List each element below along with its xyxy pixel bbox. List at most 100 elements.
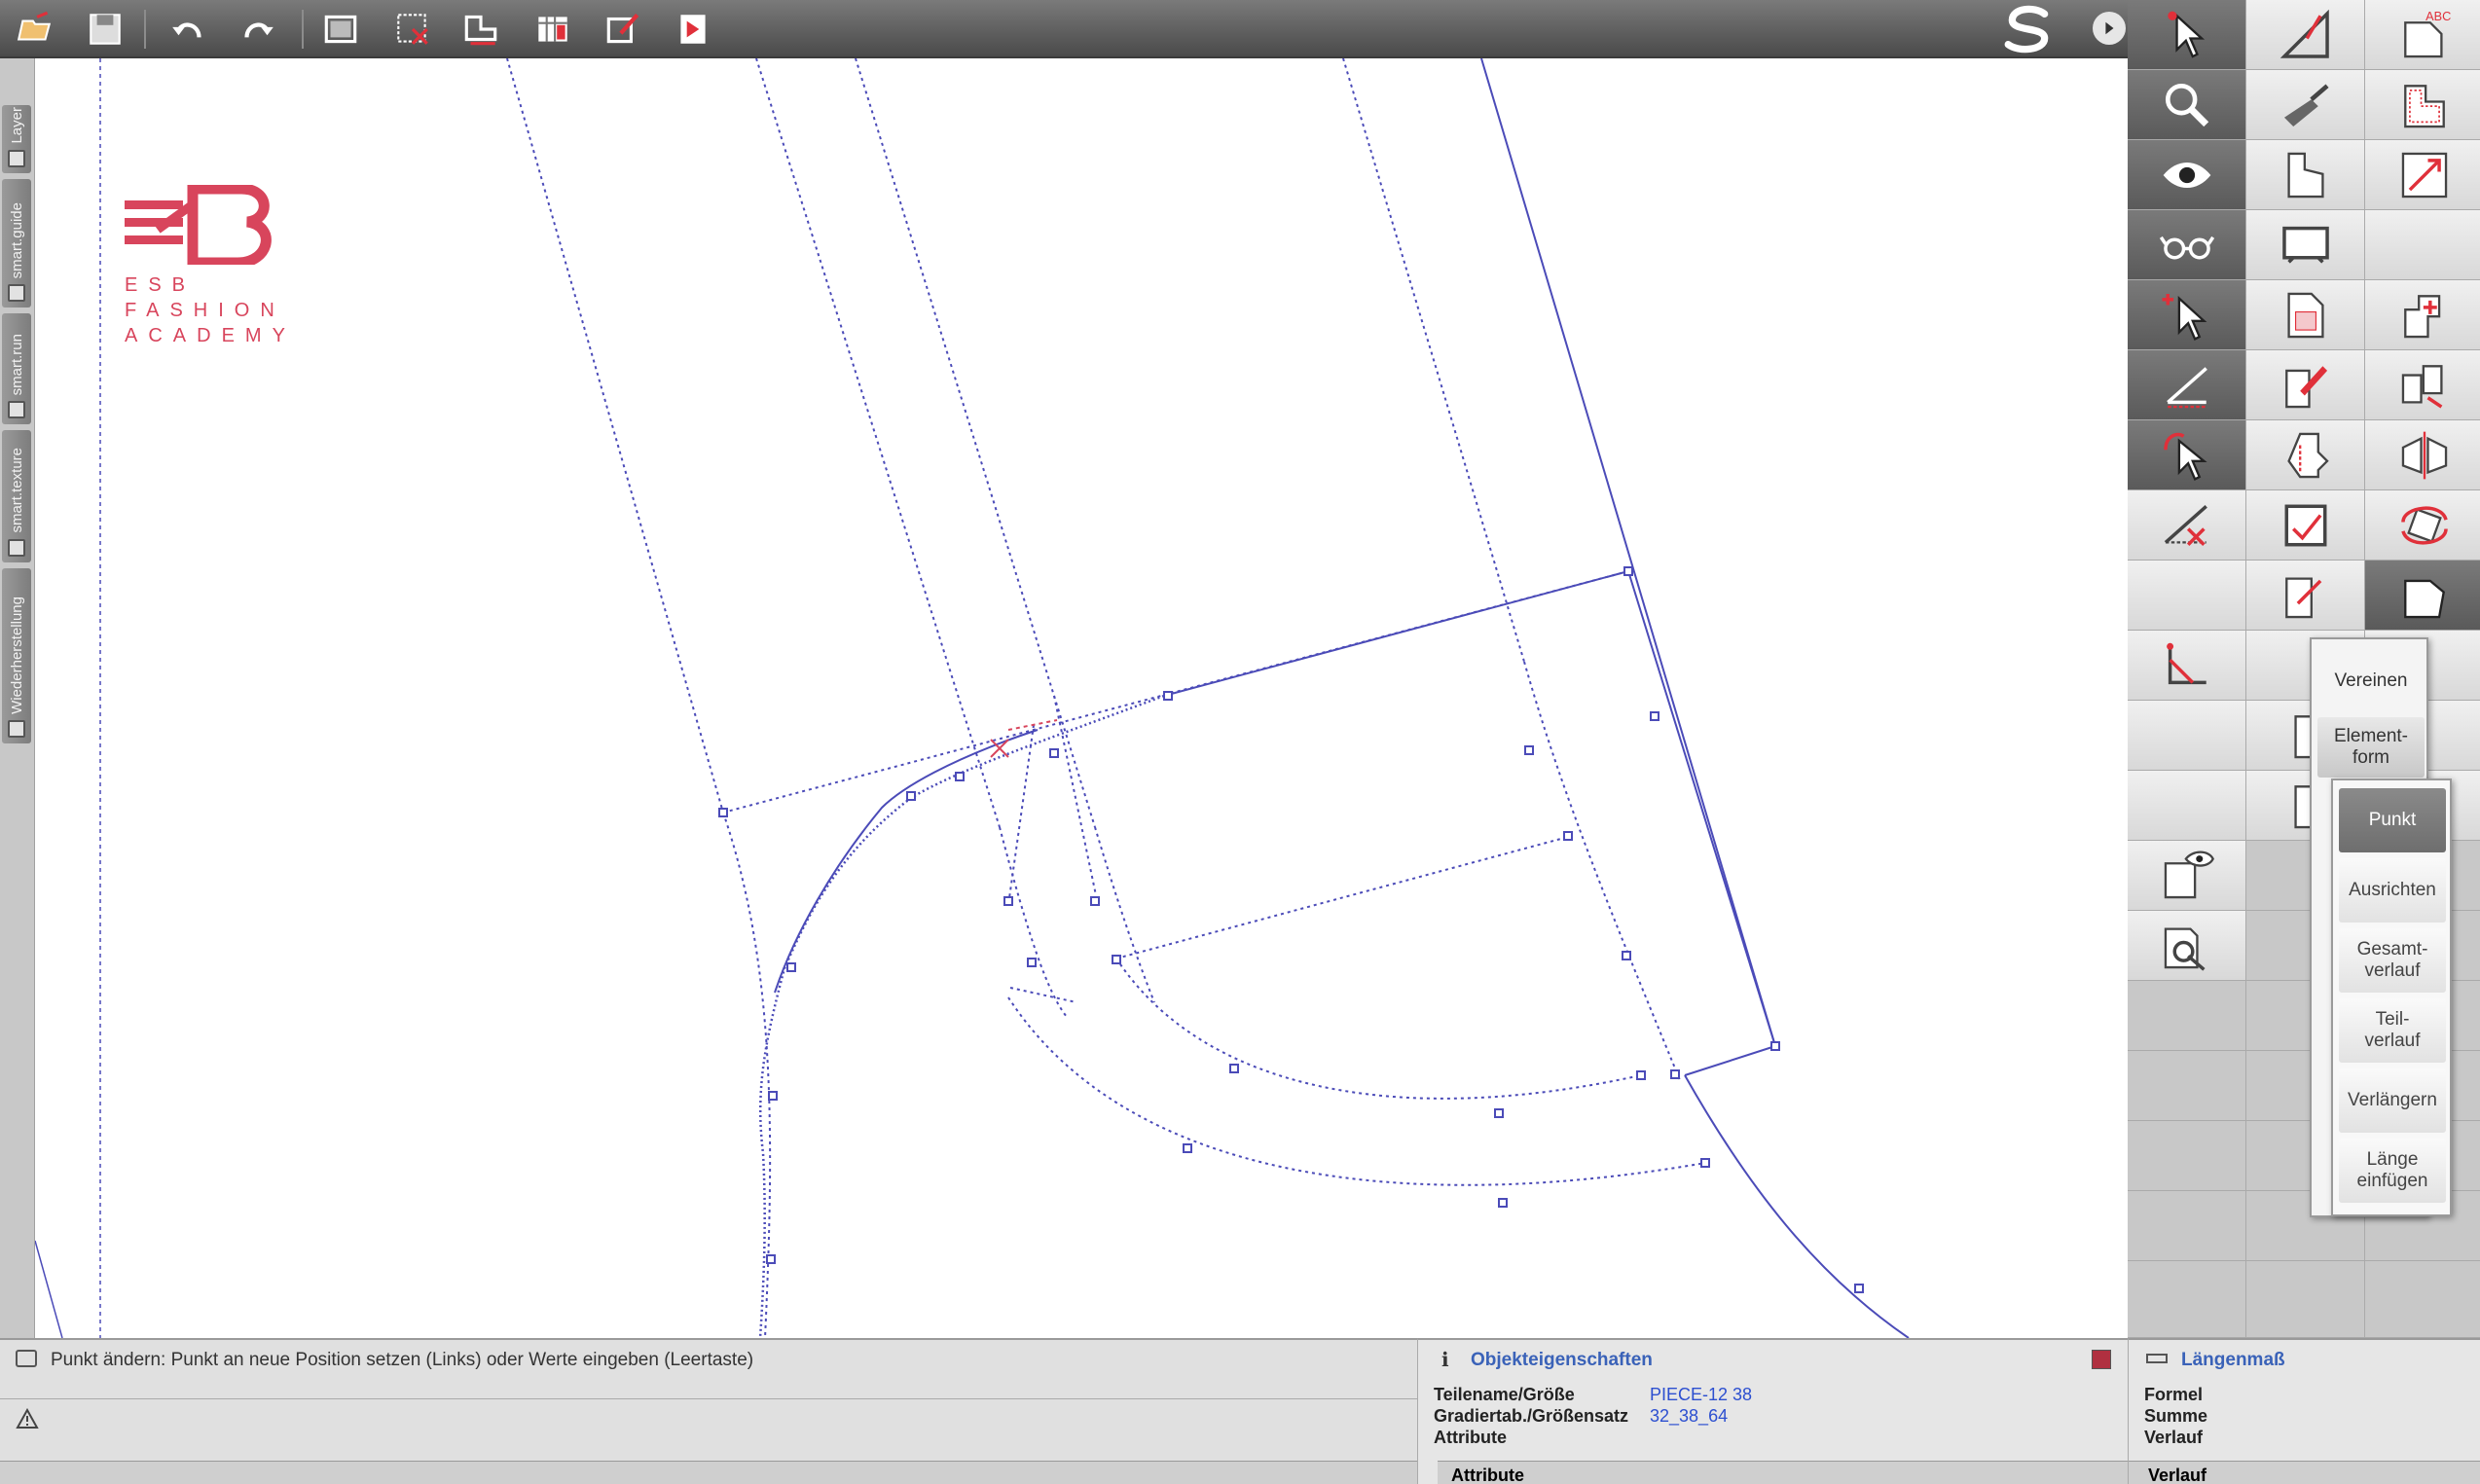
save-icon[interactable]	[80, 6, 130, 53]
empty-cell	[2128, 1051, 2246, 1121]
s-logo-icon	[1997, 4, 2060, 54]
measure-title: Längenmaß	[2181, 1350, 2285, 1370]
esb-logo-icon	[125, 185, 272, 265]
modify-point-icon[interactable]	[2128, 420, 2246, 490]
close-panel-icon[interactable]	[2092, 1350, 2111, 1369]
prop-value-gradiertab[interactable]: 32_38_64	[1650, 1406, 1728, 1427]
run-icon	[8, 401, 25, 418]
menu-item-gesamtverlauf[interactable]: Gesamt- verlauf	[2339, 928, 2446, 993]
status-bar	[0, 1461, 1417, 1484]
new-piece-icon[interactable]	[2246, 140, 2365, 210]
tab-smart-texture[interactable]: smart.texture	[2, 430, 31, 562]
select-icon[interactable]	[2128, 0, 2246, 70]
menu-item-laenge-einfuegen[interactable]: Länge einfügen	[2339, 1139, 2446, 1203]
open-icon[interactable]	[10, 6, 60, 53]
copy-piece-icon[interactable]	[2365, 350, 2480, 420]
tab-layer[interactable]: Layer	[2, 105, 31, 173]
object-properties-panel: ℹ Objekteigenschaften Teilename/Größe PI…	[1417, 1338, 2129, 1484]
send-icon[interactable]	[668, 6, 718, 53]
piece-edit-icon[interactable]	[2246, 561, 2365, 631]
measure-footer: Verlauf	[2129, 1461, 2480, 1484]
status-message: Punkt ändern: Punkt an neue Position set…	[51, 1350, 754, 1370]
grading-icon[interactable]	[456, 6, 506, 53]
piece-view-icon[interactable]	[2128, 841, 2246, 911]
empty-cell	[2365, 1261, 2480, 1338]
edit-piece-icon[interactable]	[598, 6, 648, 53]
restore-icon	[8, 720, 25, 738]
brush-icon[interactable]	[2246, 70, 2365, 140]
text-piece-icon[interactable]: ABC	[2365, 0, 2480, 70]
properties-footer: Attribute	[1438, 1461, 2129, 1484]
tab-smart-run[interactable]: smart.run	[2, 313, 31, 424]
empty-cell	[2128, 1191, 2246, 1261]
corner-icon[interactable]	[2128, 631, 2246, 701]
logo-text-fashion: FASHION	[125, 300, 285, 321]
table-icon[interactable]	[528, 6, 578, 53]
logo-text-academy: ACADEMY	[125, 325, 296, 346]
view-eye-icon[interactable]	[2128, 140, 2246, 210]
prop-label-gradiertab: Gradiertab./Größensatz	[1434, 1406, 1629, 1426]
scale-piece-icon[interactable]	[2365, 140, 2480, 210]
piece-settings-icon[interactable]	[2128, 911, 2246, 981]
plotter-frame-icon[interactable]	[2246, 210, 2365, 280]
guide-icon	[8, 284, 25, 302]
pattern-drawing	[35, 58, 1910, 1338]
properties-title: Objekteigenschaften	[1471, 1350, 1653, 1370]
empty-cell	[2128, 1261, 2246, 1338]
empty-cell	[2128, 701, 2246, 771]
length-measure-panel: Längenmaß Formel Summe Verlauf Verlauf	[2128, 1338, 2480, 1484]
edit-pencil-icon[interactable]	[2246, 350, 2365, 420]
rotate-piece-icon[interactable]	[2365, 490, 2480, 561]
prop-label-teilename: Teilename/Größe	[1434, 1385, 1575, 1404]
redo-icon[interactable]	[232, 6, 282, 53]
measure-angle-icon[interactable]	[2246, 0, 2365, 70]
divider	[0, 1398, 1417, 1399]
menu-item-ausrichten[interactable]: Ausrichten	[2339, 858, 2446, 923]
logo-text-esb: ESB	[125, 274, 197, 296]
info-icon: ℹ	[1441, 1350, 1449, 1371]
menu-item-punkt[interactable]: Punkt	[2339, 788, 2446, 852]
empty-cell	[2365, 210, 2480, 280]
zoom-icon[interactable]	[2128, 70, 2246, 140]
select-plus-icon[interactable]	[2128, 280, 2246, 350]
delete-point-icon[interactable]	[2128, 490, 2246, 561]
menu-item-vereinen[interactable]: Vereinen	[2317, 651, 2425, 711]
main-toolbar	[0, 0, 2128, 58]
measure-label-summe: Summe	[2144, 1406, 2208, 1426]
left-tab-strip: Layer smart.guide smart.run smart.textur…	[0, 58, 35, 1338]
mirror-piece-icon[interactable]	[2365, 420, 2480, 490]
dotted-piece-icon[interactable]	[2365, 70, 2480, 140]
prop-value-teilename[interactable]: PIECE-12 38	[1650, 1385, 1752, 1405]
empty-cell	[2128, 771, 2246, 841]
empty-cell	[2246, 1261, 2365, 1338]
shape-piece-icon[interactable]	[2365, 561, 2480, 631]
menu-item-teilverlauf[interactable]: Teil- verlauf	[2339, 998, 2446, 1063]
undo-icon[interactable]	[164, 6, 214, 53]
add-piece-icon[interactable]	[2365, 280, 2480, 350]
grid-piece-icon[interactable]	[2246, 280, 2365, 350]
message-icon	[16, 1350, 37, 1367]
status-panel: Punkt ändern: Punkt an neue Position set…	[0, 1338, 1417, 1484]
app-window: Layer smart.guide smart.run smart.textur…	[0, 0, 2480, 1484]
tab-smart-guide[interactable]: smart.guide	[2, 179, 31, 308]
delete-piece-icon[interactable]	[387, 6, 438, 53]
empty-cell	[2128, 1121, 2246, 1191]
point-submenu: Punkt Ausrichten Gesamt- verlauf Teil- v…	[2331, 778, 2452, 1216]
layer-icon	[8, 150, 25, 167]
line-draw-icon[interactable]	[2128, 350, 2246, 420]
expand-arrow-icon[interactable]	[2093, 12, 2126, 45]
empty-cell	[2128, 561, 2246, 631]
svg-text:ABC: ABC	[2425, 8, 2451, 22]
prop-label-attribute: Attribute	[1434, 1428, 1507, 1447]
split-piece-icon[interactable]	[2246, 420, 2365, 490]
glasses-icon[interactable]	[2128, 210, 2246, 280]
empty-cell	[2128, 981, 2246, 1051]
tab-wiederherstellung[interactable]: Wiederherstellung	[2, 568, 31, 743]
menu-item-elementform[interactable]: Element- form	[2317, 717, 2425, 778]
menu-item-verlaengern[interactable]: Verlängern	[2339, 1068, 2446, 1133]
plotter-icon[interactable]	[315, 6, 366, 53]
check-piece-icon[interactable]	[2246, 490, 2365, 561]
esb-academy-logo: ESB FASHION ACADEMY	[125, 185, 290, 350]
texture-icon	[8, 539, 25, 557]
drawing-canvas[interactable]: ESB FASHION ACADEMY	[35, 58, 2128, 1338]
